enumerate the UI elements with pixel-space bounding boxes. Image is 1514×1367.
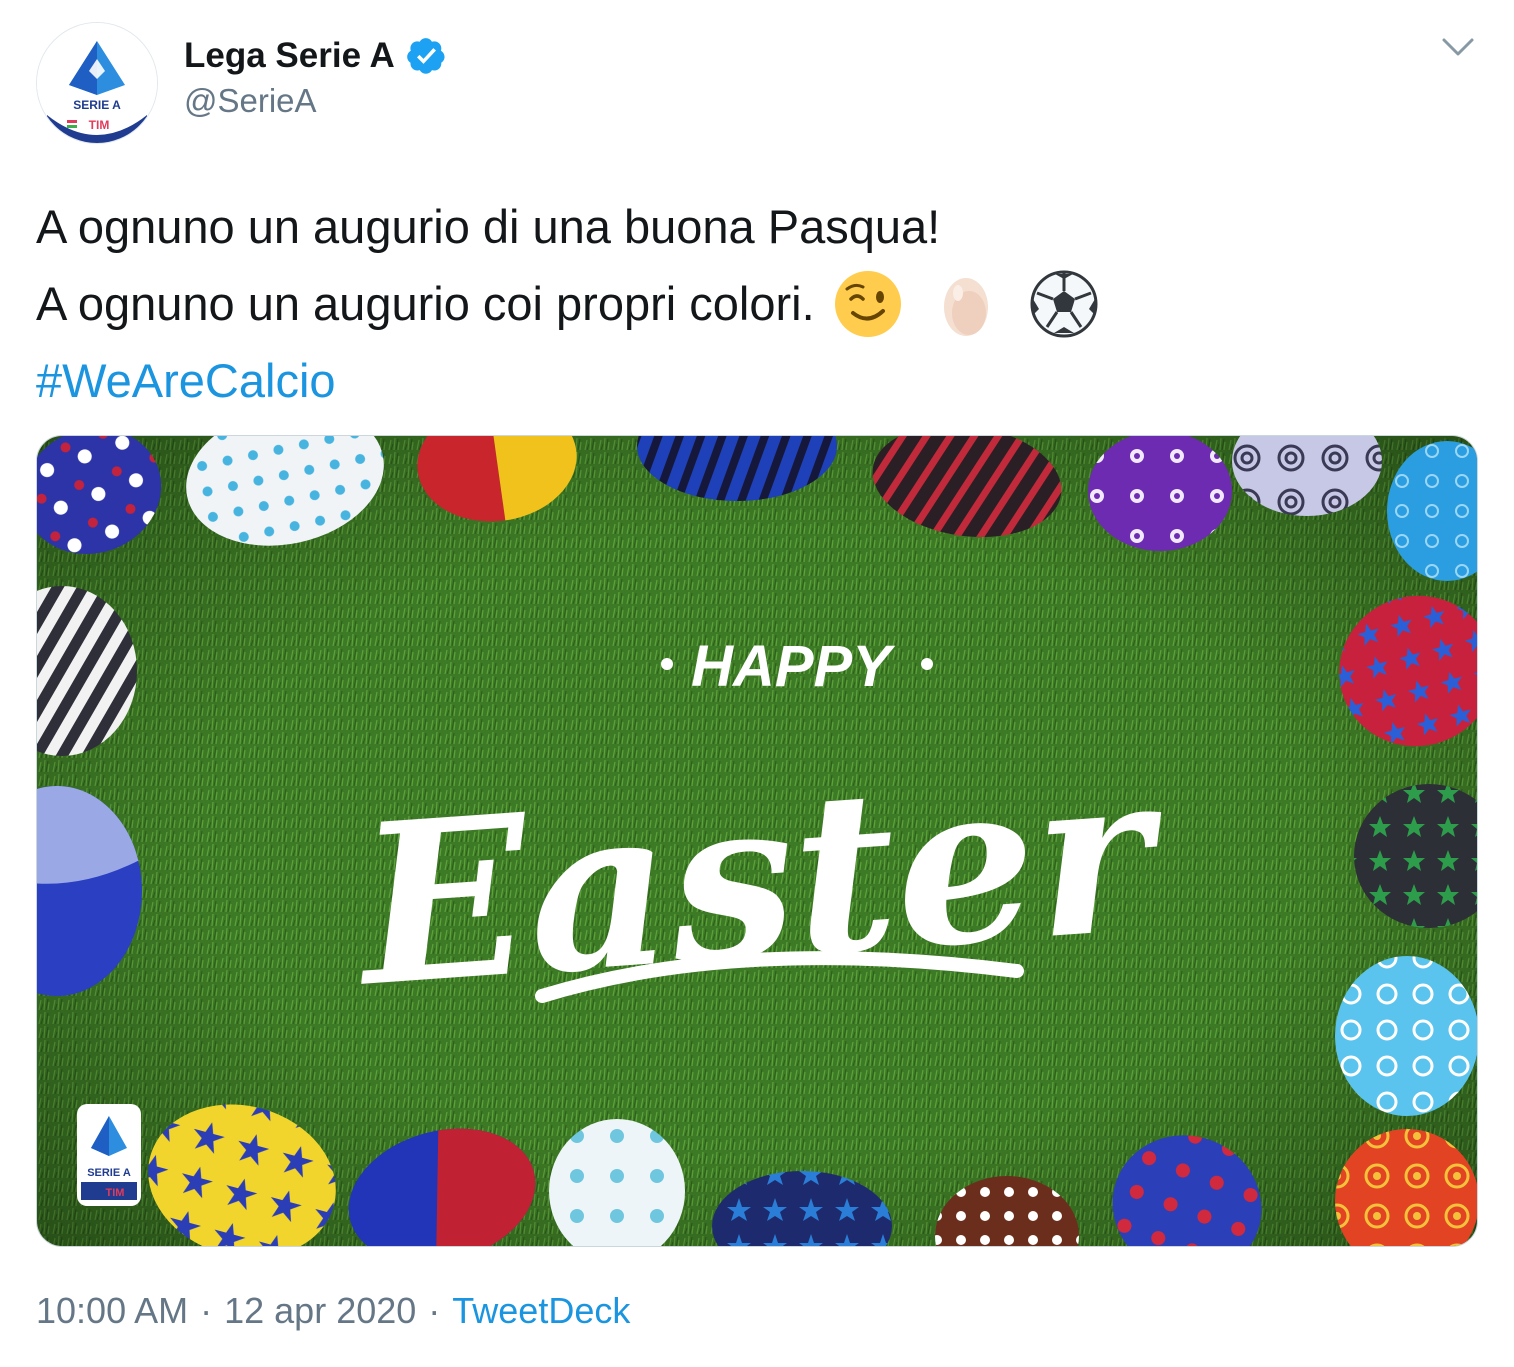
egg-icon (943, 277, 988, 336)
tweet-text: A ognuno un augurio di una buona Pasqua!… (36, 188, 1476, 419)
headline-happy: HAPPY (691, 634, 896, 699)
tweet-hashtag-line: #WeAreCalcio (36, 342, 1476, 419)
winking-face-icon (834, 270, 901, 337)
hashtag-link[interactable]: #WeAreCalcio (36, 342, 336, 419)
avatar-logo-subtext: TIM (89, 118, 110, 132)
tweet-date[interactable]: 12 apr 2020 (224, 1290, 416, 1332)
soccer-ball-icon (1030, 270, 1098, 337)
tweet-media-image[interactable]: HAPPY Easter SERIE A TIM (36, 435, 1478, 1247)
tweet-card: SERIE A TIM Lega Serie A @SerieA A ognun… (0, 0, 1514, 1367)
separator: · (428, 1290, 441, 1331)
watermark-text: SERIE A (87, 1167, 131, 1179)
serie-a-logo-icon: SERIE A TIM (37, 23, 157, 143)
tweet-text-line-1-content: A ognuno un augurio di una buona Pasqua! (36, 200, 941, 253)
author-name-row: Lega Serie A (184, 32, 447, 80)
separator: · (200, 1290, 213, 1331)
avatar-logo-text: SERIE A (73, 98, 121, 112)
tweet-source-link[interactable]: TweetDeck (452, 1290, 630, 1332)
tweet-time[interactable]: 10:00 AM (36, 1290, 188, 1332)
verified-badge-icon (406, 38, 445, 74)
author-display-name[interactable]: Lega Serie A (184, 36, 395, 76)
tweet-metadata: 10:00 AM · 12 apr 2020 · TweetDeck (36, 1286, 630, 1336)
tweet-text-line-1: A ognuno un augurio di una buona Pasqua! (36, 188, 1476, 265)
serie-a-watermark-icon: SERIE A TIM (77, 1104, 141, 1206)
tweet-text-line-2: A ognuno un augurio coi propri colori. (36, 265, 1476, 342)
chevron-down-icon[interactable] (1440, 34, 1476, 60)
tweet-text-line-2-content: A ognuno un augurio coi propri colori. (36, 277, 815, 330)
easter-eggs-image: HAPPY Easter SERIE A TIM (37, 436, 1477, 1246)
watermark-subtext: TIM (106, 1187, 125, 1199)
author-handle[interactable]: @SerieA (184, 82, 317, 120)
avatar[interactable]: SERIE A TIM (36, 22, 158, 144)
